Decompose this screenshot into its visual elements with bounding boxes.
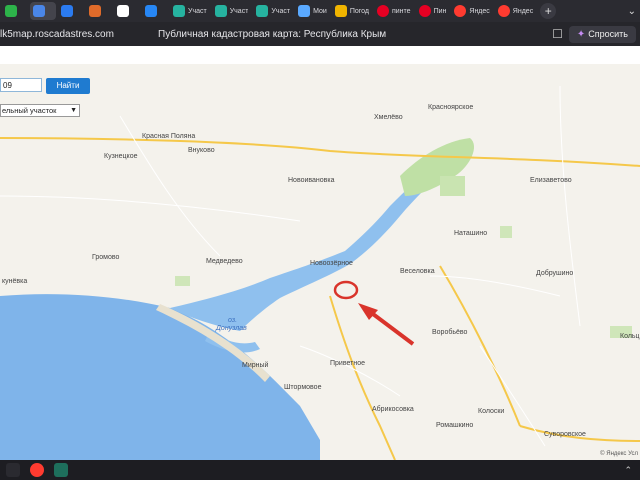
place-label: Колоски xyxy=(478,408,505,415)
browser-tab[interactable] xyxy=(86,2,112,20)
place-label: Мирный xyxy=(242,362,269,369)
cadastral-map[interactable]: 09 Найти ельный участок ▼ Красноярское Хм… xyxy=(0,46,640,460)
place-label: Абрикосовка xyxy=(372,406,414,413)
new-tab-button[interactable]: + xyxy=(540,3,557,19)
place-label: Наташино xyxy=(454,230,488,237)
place-label: Штормовое xyxy=(284,384,322,391)
tab-label: Участ xyxy=(271,7,291,15)
map-attribution[interactable]: © Яндекс Усл xyxy=(600,451,638,457)
map-canvas xyxy=(0,85,640,460)
map-pin-icon xyxy=(497,5,510,17)
pinterest-icon xyxy=(418,5,431,17)
browser-tab[interactable]: Яндес xyxy=(495,2,536,20)
leaf-icon xyxy=(256,5,269,17)
field-patch xyxy=(500,226,512,238)
bookmark-icon xyxy=(117,5,129,17)
sparkle-icon: ✦ xyxy=(576,28,586,40)
url-field[interactable]: lk5map.roscadastres.com xyxy=(0,29,150,40)
forest-area xyxy=(440,176,465,196)
browser-tab[interactable]: пинте xyxy=(374,2,414,20)
tab-label: пинте xyxy=(391,7,411,15)
place-label: Красноярское xyxy=(428,104,474,111)
chevron-down-icon: ▼ xyxy=(70,107,77,114)
tab-strip: Участ Участ Участ Мои Погод пинте Пин Ян… xyxy=(0,0,640,22)
place-label: Медведево xyxy=(206,258,243,265)
os-taskbar: ⌃ xyxy=(0,460,640,480)
select-value: ельный участок xyxy=(2,106,57,115)
map-header-strip xyxy=(0,46,640,64)
browser-tab[interactable] xyxy=(142,2,168,20)
cadastral-number-input[interactable]: 09 xyxy=(0,78,42,92)
ask-button[interactable]: ✦ Спросить xyxy=(568,25,636,43)
leaf-icon xyxy=(214,5,227,17)
place-label: кунёвка xyxy=(2,278,28,285)
browser-tab[interactable] xyxy=(58,2,84,20)
place-label: Хмелёво xyxy=(374,114,403,121)
lake-label: Донузлав xyxy=(216,325,247,332)
place-label: Громово xyxy=(92,254,120,261)
browser-tab[interactable]: Участ xyxy=(170,2,210,20)
place-label: Суворовское xyxy=(544,431,586,438)
browser-tab[interactable]: Мои xyxy=(295,2,330,20)
place-label: Кольц xyxy=(620,333,640,340)
vk-icon xyxy=(145,5,157,17)
y-icon xyxy=(298,5,311,17)
bookmark-icon[interactable]: ☐ xyxy=(552,27,563,41)
pinterest-icon xyxy=(376,5,389,17)
tool-icon xyxy=(89,5,101,17)
find-button[interactable]: Найти xyxy=(46,78,90,94)
field-patch xyxy=(175,276,190,286)
window-icon xyxy=(33,5,45,17)
leaf-icon xyxy=(173,5,185,17)
browser-tab[interactable] xyxy=(114,2,140,20)
place-label: Кузнецкое xyxy=(104,153,138,160)
browser-tab[interactable]: Яндес xyxy=(451,2,492,20)
place-label: Ромашкино xyxy=(436,422,474,429)
place-label: Новоивановка xyxy=(288,177,335,184)
sea-area xyxy=(0,294,320,460)
browser-tab[interactable]: Пин xyxy=(416,2,450,20)
app-icon[interactable] xyxy=(54,463,68,477)
tab-label: Участ xyxy=(229,7,249,15)
place-label: Добрушино xyxy=(536,270,574,277)
place-label: Приветное xyxy=(330,360,365,367)
ask-label: Спросить xyxy=(588,29,628,39)
window-menu-icon[interactable]: ⌄ xyxy=(628,6,636,17)
mail-icon xyxy=(61,5,73,17)
browser-tab[interactable]: Участ xyxy=(212,2,252,20)
browser-tab[interactable]: Погод xyxy=(332,2,372,20)
address-bar: lk5map.roscadastres.com Публичная кадаст… xyxy=(0,22,640,46)
yandex-browser-icon[interactable] xyxy=(30,463,44,477)
green-app-icon xyxy=(5,5,17,17)
place-label: Веселовка xyxy=(400,268,435,275)
place-label: Новоозёрное xyxy=(310,260,353,267)
highlight-circle xyxy=(333,280,359,300)
place-label: Воробьёво xyxy=(432,329,468,336)
browser-tab[interactable]: Участ xyxy=(253,2,293,20)
object-type-select[interactable]: ельный участок ▼ xyxy=(0,104,80,117)
os-start-icon[interactable] xyxy=(6,463,20,477)
browser-tab[interactable] xyxy=(2,2,28,20)
place-label: Красная Поляна xyxy=(142,133,196,140)
tab-label: Яндес xyxy=(512,7,534,15)
page-title: Публичная кадастровая карта: Республика … xyxy=(158,28,387,40)
tray-chevron-icon[interactable]: ⌃ xyxy=(624,465,632,476)
place-label: Елизаветово xyxy=(530,177,572,184)
tab-label: Мои xyxy=(313,7,327,15)
tab-label: Пин xyxy=(433,7,447,15)
browser-tab-active[interactable] xyxy=(30,2,56,20)
map-pin-icon xyxy=(454,5,467,17)
tab-label: Участ xyxy=(188,7,207,15)
tab-label: Погод xyxy=(349,7,369,15)
place-label: Внуково xyxy=(188,147,215,154)
weather-icon xyxy=(334,5,347,17)
lake-label: оз. xyxy=(228,317,238,324)
tab-label: Яндес xyxy=(469,7,490,15)
